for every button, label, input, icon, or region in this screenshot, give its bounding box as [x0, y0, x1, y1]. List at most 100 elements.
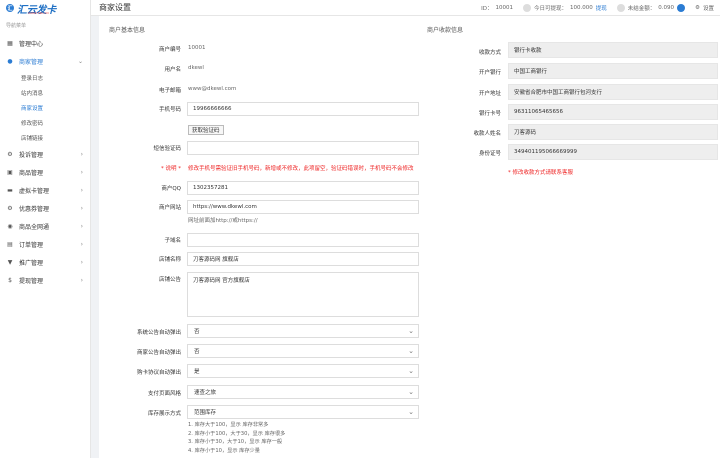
- sidebar-item-label: 优惠券管理: [19, 205, 50, 213]
- sidebar-subitem-settings[interactable]: 商家设置: [0, 100, 90, 115]
- stock-note: 1. 库存大于100，显示 库存非常多: [188, 422, 269, 428]
- dashboard-icon: ▦: [7, 39, 13, 47]
- payee-name-label: 收款人姓名: [473, 131, 501, 137]
- logo[interactable]: 汇 汇云发卡 WWW.39K.CN: [0, 0, 90, 16]
- goods-icon: ▣: [7, 168, 13, 176]
- website-hint: 网址前面加http://或https://: [188, 218, 258, 224]
- basic-info-title: 商户基本信息: [109, 27, 146, 34]
- sidebar-item-promotion[interactable]: ▼ 推广管理 ›: [0, 253, 90, 271]
- qq-label: 商户QQ: [161, 186, 181, 192]
- sidebar-item-label: 虚拟卡管理: [19, 187, 50, 195]
- stock-display-select[interactable]: 范围库存 ⌄: [187, 405, 419, 419]
- system-popup-label: 系统公告自动弹出: [136, 330, 181, 336]
- sidebar-item-network[interactable]: ◉ 商品全网通 ›: [0, 217, 90, 235]
- stock-display-value: 范围库存: [194, 410, 217, 416]
- coupon-icon: ⚙: [7, 204, 13, 212]
- filter-icon: ▼: [7, 258, 13, 266]
- logo-subtext: WWW.39K.CN: [28, 11, 49, 15]
- refresh-icon[interactable]: [677, 3, 686, 12]
- main-content: 商户基本信息 商户收款信息 商户编号 10001 用户名 dkewl 电子邮箱 …: [99, 16, 720, 458]
- shop-name-input[interactable]: 刀客源码网 旗舰店: [187, 252, 419, 266]
- sidebar-item-merchant[interactable]: ● 商家管理 ⌄: [0, 52, 90, 70]
- chevron-right-icon: ›: [80, 240, 83, 248]
- sidebar-item-goods[interactable]: ▣ 商品管理 ›: [0, 163, 90, 181]
- gear-icon[interactable]: ⚙: [695, 5, 700, 11]
- system-popup-value: 否: [194, 329, 200, 335]
- sidebar-item-label: 商品全网通: [19, 223, 50, 231]
- chevron-right-icon: ›: [80, 222, 83, 230]
- sidebar-item-orders[interactable]: ▤ 订单管理 ›: [0, 235, 90, 253]
- get-code-button[interactable]: 获取验证码: [188, 125, 224, 135]
- website-label: 商户网站: [158, 205, 181, 211]
- sidebar-item-dashboard[interactable]: ▦ 管理中心: [0, 34, 90, 52]
- card-number-label: 银行卡号: [478, 111, 501, 117]
- sidebar-subitem-shop-link[interactable]: 店铺链接: [0, 130, 90, 145]
- subdomain-label: 子域名: [164, 238, 181, 244]
- sidebar-subitem-login-log[interactable]: 登录日志: [0, 70, 90, 85]
- buy-popup-label: 购卡协议自动弹出: [136, 370, 181, 376]
- stock-note: 3. 库存小于30，大于10，显示 库存一般: [188, 439, 283, 445]
- bank-address-label: 开户地址: [478, 91, 501, 97]
- dollar-icon: $: [8, 276, 12, 284]
- pay-style-select[interactable]: 速查之旅 ⌄: [187, 385, 419, 399]
- shop-name-label: 店铺名称: [158, 257, 181, 263]
- phone-label: 手机号码: [158, 107, 181, 113]
- merchant-no-label: 商户编号: [158, 47, 181, 53]
- sidebar-item-complaints[interactable]: ⚙ 投诉管理 ›: [0, 145, 90, 163]
- system-popup-select[interactable]: 否 ⌄: [187, 324, 419, 338]
- sms-code-input[interactable]: [187, 141, 419, 155]
- bank-field: 中国工商银行: [508, 63, 718, 79]
- payment-method-label: 收款方式: [478, 50, 501, 56]
- chevron-right-icon: ›: [80, 276, 83, 284]
- withdraw-link[interactable]: 提现: [596, 4, 607, 12]
- email-label: 电子邮箱: [158, 88, 181, 94]
- sidebar-item-label: 推广管理: [19, 259, 44, 267]
- sidebar-item-coupons[interactable]: ⚙ 优惠券管理 ›: [0, 199, 90, 217]
- chevron-down-icon: ⌄: [408, 327, 414, 335]
- sidebar-item-label: 订单管理: [19, 241, 44, 249]
- page-title: 商家设置: [99, 3, 131, 12]
- sidebar: 汇 汇云发卡 WWW.39K.CN 导航菜单 ▦ 管理中心 ● 商家管理 ⌄ 登…: [0, 0, 91, 458]
- stock-display-label: 库存展示方式: [147, 411, 181, 417]
- subdomain-input[interactable]: [187, 233, 419, 247]
- chevron-down-icon: ⌄: [408, 408, 414, 416]
- stock-note: 2. 库存小于100，大于30，显示 库存很多: [188, 430, 286, 437]
- chevron-down-icon: ⌄: [77, 57, 83, 65]
- chevron-down-icon: ⌄: [408, 367, 414, 375]
- pay-style-label: 支付页面风格: [147, 391, 181, 397]
- username-label: 用户名: [164, 67, 181, 73]
- bank-label: 开户银行: [478, 70, 501, 76]
- eye-icon: ◉: [7, 222, 13, 230]
- phone-input[interactable]: 19966666666: [187, 102, 419, 116]
- merchant-no: 10001: [188, 45, 206, 51]
- payee-name-field: 刀客源码: [508, 124, 718, 140]
- sidebar-item-label: 投诉管理: [19, 151, 44, 159]
- logo-icon: 汇: [6, 4, 14, 12]
- sidebar-subitem-messages[interactable]: 站内消息: [0, 85, 90, 100]
- stock-note: 4. 库存小于10，显示 库存少量: [188, 447, 260, 454]
- shop-notice-label: 店铺公告: [158, 277, 181, 283]
- sidebar-item-label: 商品管理: [19, 169, 44, 177]
- payment-method-field: 银行卡收款: [508, 42, 718, 58]
- qq-input[interactable]: 1302357281: [187, 181, 419, 195]
- sidebar-subitem-password[interactable]: 修改密码: [0, 115, 90, 130]
- website-input[interactable]: https://www.dkewl.com: [187, 200, 419, 214]
- unsettled-amount: 0.090: [658, 4, 675, 11]
- buy-popup-select[interactable]: 是 ⌄: [187, 364, 419, 378]
- email: www@dkewl.com: [188, 86, 237, 92]
- shop-popup-value: 否: [194, 349, 200, 355]
- id-card-label: 身份证号: [478, 151, 501, 157]
- shop-popup-select[interactable]: 否 ⌄: [187, 344, 419, 358]
- unsettled-icon: [616, 3, 625, 12]
- shop-notice-textarea[interactable]: 刀客源码网 官方旗舰店: [187, 272, 419, 317]
- settings-link[interactable]: 设置: [703, 4, 714, 12]
- sidebar-item-withdraw[interactable]: $ 提现管理 ›: [0, 271, 90, 289]
- withdrawable-label: 今日可提现：: [534, 5, 568, 12]
- username: dkewl: [188, 65, 204, 71]
- sidebar-item-label: 商家管理: [19, 58, 44, 66]
- complaint-icon: ⚙: [7, 150, 13, 158]
- nav-title: 导航菜单: [6, 23, 27, 29]
- payment-info-title: 商户收款信息: [427, 27, 464, 34]
- bank-address-field: 安徽省合肥市中国工商银行包河支行: [508, 84, 718, 100]
- sidebar-item-virtual-card[interactable]: ▬ 虚拟卡管理 ›: [0, 181, 90, 199]
